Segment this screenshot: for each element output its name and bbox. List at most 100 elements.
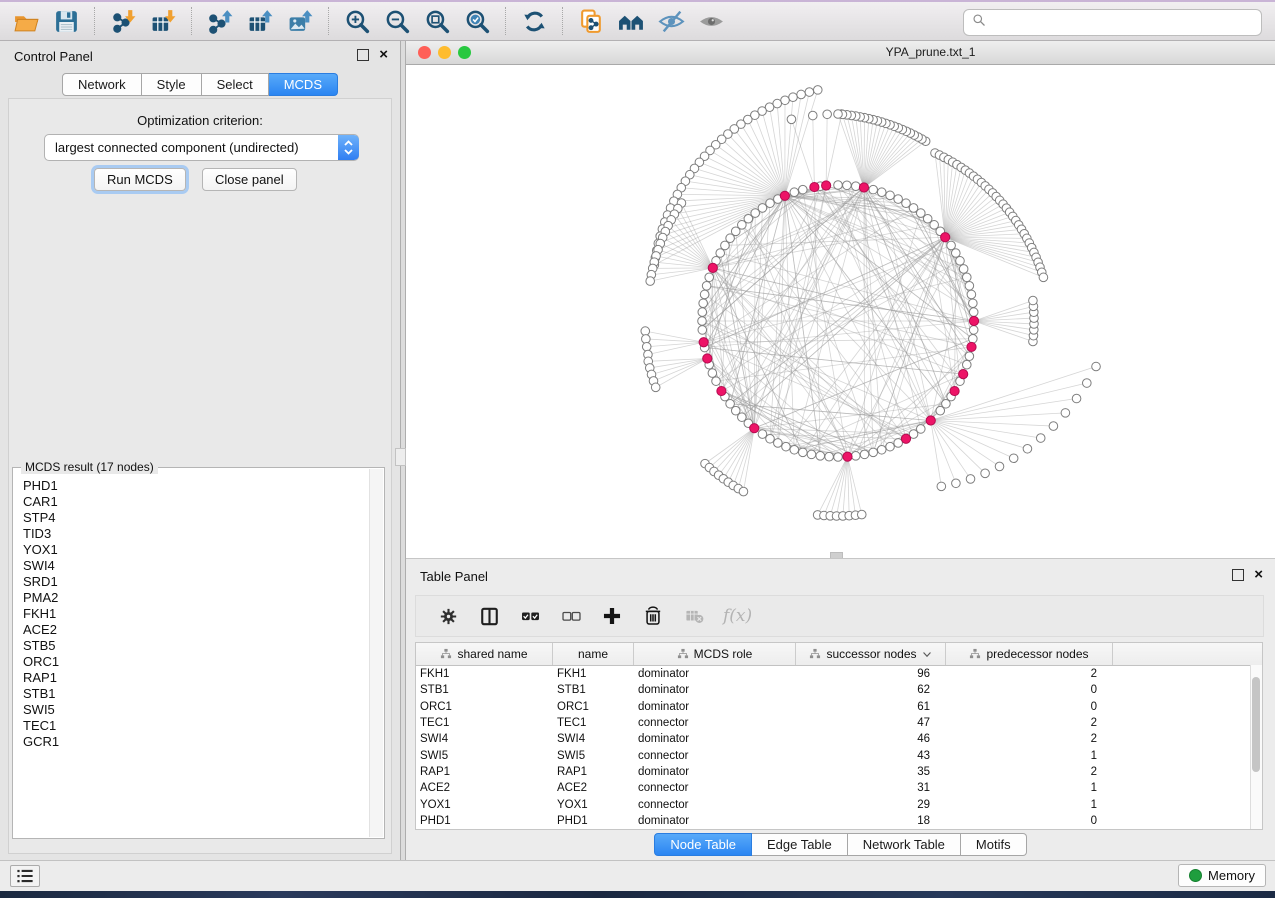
cell-predecessor-nodes[interactable]: 2	[946, 668, 1113, 680]
show-all-button[interactable]	[691, 5, 731, 37]
tab-motifs[interactable]: Motifs	[961, 833, 1027, 856]
graph-node[interactable]	[877, 445, 886, 454]
graph-leaf-node[interactable]	[1023, 444, 1032, 453]
graph-leaf-node[interactable]	[995, 462, 1004, 471]
cell-MCDS-role[interactable]: dominator	[634, 684, 796, 696]
graph-hub-node[interactable]	[810, 182, 819, 191]
cell-predecessor-nodes[interactable]: 1	[946, 799, 1113, 811]
graph-node[interactable]	[799, 185, 808, 194]
close-panel-icon[interactable]: ×	[379, 50, 388, 60]
add-column-button[interactable]	[600, 604, 624, 628]
search-input[interactable]	[987, 12, 1261, 34]
graph-node[interactable]	[909, 204, 918, 213]
mcds-result-item[interactable]: RAP1	[23, 670, 59, 686]
tab-mcds[interactable]: MCDS	[269, 73, 338, 96]
graph-node[interactable]	[700, 290, 709, 299]
memory-button[interactable]: Memory	[1178, 864, 1266, 887]
mcds-result-item[interactable]: PMA2	[23, 590, 59, 606]
graph-leaf-node[interactable]	[1009, 454, 1018, 463]
graph-node[interactable]	[851, 452, 860, 461]
zoom-fit-button[interactable]	[417, 5, 457, 37]
export-network-button[interactable]	[200, 5, 240, 37]
vertical-splitter-handle[interactable]	[395, 448, 406, 466]
minimize-window-icon[interactable]	[438, 46, 451, 59]
graph-node[interactable]	[834, 453, 843, 462]
cell-name[interactable]: SWI4	[553, 733, 634, 745]
graph-leaf-node[interactable]	[1083, 379, 1092, 388]
cell-MCDS-role[interactable]: connector	[634, 782, 796, 794]
zoom-out-button[interactable]	[377, 5, 417, 37]
table-row-ORC1[interactable]: ORC1ORC1dominator610	[416, 699, 1262, 715]
cell-successor-nodes[interactable]: 61	[796, 701, 946, 713]
cell-name[interactable]: YOX1	[553, 799, 634, 811]
save-session-button[interactable]	[46, 5, 86, 37]
export-image-button[interactable]	[280, 5, 320, 37]
graph-node[interactable]	[834, 181, 843, 190]
table-scrollbar-thumb[interactable]	[1252, 677, 1260, 772]
graph-leaf-node[interactable]	[651, 383, 660, 392]
graph-leaf-node[interactable]	[1036, 434, 1045, 443]
graph-hub-node[interactable]	[859, 183, 868, 192]
graph-leaf-node[interactable]	[642, 342, 651, 351]
cell-successor-nodes[interactable]: 31	[796, 782, 946, 794]
graph-node[interactable]	[869, 185, 878, 194]
graph-node[interactable]	[947, 241, 956, 250]
cell-MCDS-role[interactable]: connector	[634, 799, 796, 811]
zoom-in-button[interactable]	[337, 5, 377, 37]
graph-leaf-node[interactable]	[789, 93, 798, 102]
graph-node[interactable]	[712, 377, 721, 386]
cell-name[interactable]: FKH1	[553, 668, 634, 680]
cell-successor-nodes[interactable]: 46	[796, 733, 946, 745]
graph-hub-node[interactable]	[926, 416, 935, 425]
graph-node[interactable]	[825, 452, 834, 461]
graph-node[interactable]	[886, 191, 895, 200]
import-table-button[interactable]	[143, 5, 183, 37]
graph-node[interactable]	[705, 273, 714, 282]
mcds-result-item[interactable]: TID3	[23, 526, 59, 542]
graph-leaf-node[interactable]	[805, 88, 814, 97]
graph-hub-node[interactable]	[699, 338, 708, 347]
mcds-result-item[interactable]: TEC1	[23, 718, 59, 734]
task-history-button[interactable]	[10, 865, 40, 887]
float-table-panel-icon[interactable]	[1232, 569, 1244, 581]
close-table-panel-icon[interactable]: ×	[1254, 570, 1263, 580]
cell-successor-nodes[interactable]: 18	[796, 815, 946, 827]
cell-predecessor-nodes[interactable]: 1	[946, 750, 1113, 762]
cell-predecessor-nodes[interactable]: 2	[946, 717, 1113, 729]
cell-shared-name[interactable]: SWI4	[416, 733, 553, 745]
cell-predecessor-nodes[interactable]: 0	[946, 684, 1113, 696]
cell-shared-name[interactable]: FKH1	[416, 668, 553, 680]
column-header-name[interactable]: name	[553, 643, 634, 665]
graph-leaf-node[interactable]	[1039, 273, 1048, 282]
export-table-button[interactable]	[240, 5, 280, 37]
graph-leaf-node[interactable]	[966, 475, 975, 484]
table-row-STB1[interactable]: STB1STB1dominator620	[416, 682, 1262, 698]
cell-MCDS-role[interactable]: dominator	[634, 701, 796, 713]
graph-hub-node[interactable]	[780, 191, 789, 200]
graph-node[interactable]	[902, 199, 911, 208]
cell-MCDS-role[interactable]: dominator	[634, 766, 796, 778]
hide-selected-button[interactable]	[651, 5, 691, 37]
mcds-result-item[interactable]: GCR1	[23, 734, 59, 750]
first-neighbors-button[interactable]	[611, 5, 651, 37]
cell-shared-name[interactable]: RAP1	[416, 766, 553, 778]
graph-node[interactable]	[782, 442, 791, 451]
mcds-result-item[interactable]: SWI5	[23, 702, 59, 718]
graph-node[interactable]	[843, 181, 852, 190]
mcds-result-item[interactable]: STB5	[23, 638, 59, 654]
import-network-button[interactable]	[103, 5, 143, 37]
graph-hub-node[interactable]	[708, 263, 717, 272]
graph-hub-node[interactable]	[901, 434, 910, 443]
graph-leaf-node[interactable]	[1072, 394, 1081, 403]
graph-hub-node[interactable]	[941, 233, 950, 242]
table-row-FKH1[interactable]: FKH1FKH1dominator962	[416, 666, 1262, 682]
graph-node[interactable]	[774, 439, 783, 448]
table-row-YOX1[interactable]: YOX1YOX1connector291	[416, 796, 1262, 812]
cell-MCDS-role[interactable]: dominator	[634, 733, 796, 745]
graph-node[interactable]	[965, 282, 974, 291]
tab-edge-table[interactable]: Edge Table	[752, 833, 848, 856]
graph-leaf-node[interactable]	[834, 110, 843, 119]
cell-MCDS-role[interactable]: dominator	[634, 668, 796, 680]
mcds-result-item[interactable]: CAR1	[23, 494, 59, 510]
graph-node[interactable]	[698, 317, 707, 326]
